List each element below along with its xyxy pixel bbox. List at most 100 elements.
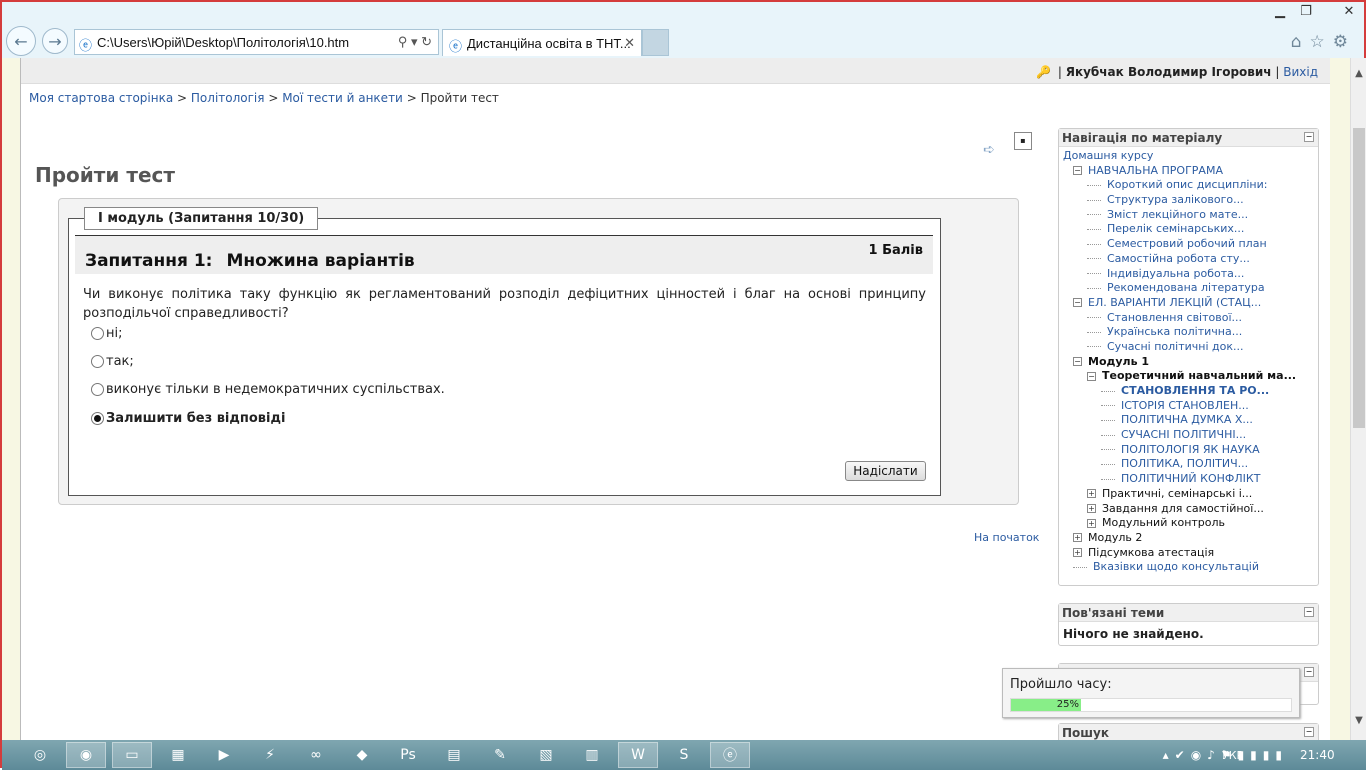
nav-tree-label[interactable]: ПОЛІТОЛОГІЯ ЯК НАУКА	[1121, 443, 1260, 456]
collapse-icon[interactable]: −	[1304, 727, 1314, 737]
scroll-thumb[interactable]	[1353, 128, 1365, 428]
nav-tree-label[interactable]: СТАНОВЛЕННЯ ТА РО...	[1121, 384, 1269, 397]
gear-icon[interactable]: ⚙	[1333, 32, 1356, 52]
browser-tab[interactable]: ⓔ Дистанційна освіта в ТНТ... ✕	[442, 29, 642, 56]
nav-tree-item[interactable]: СУЧАСНІ ПОЛІТИЧНІ...	[1059, 428, 1318, 443]
clock[interactable]: 21:40	[1300, 748, 1335, 762]
media-taskbar-icon[interactable]: ▦	[158, 742, 198, 768]
nav-tree-label[interactable]: Модульний контроль	[1102, 516, 1225, 529]
scroll-down-icon[interactable]: ▼	[1351, 715, 1366, 726]
close-window-button[interactable]: ✕	[1332, 4, 1366, 19]
skype-taskbar-icon[interactable]: S	[664, 742, 704, 768]
nav-tree-label[interactable]: ЕЛ. ВАРІАНТИ ЛЕКЦІЙ (СТАЦ...	[1088, 296, 1261, 309]
back-to-top-link[interactable]: На початок	[974, 531, 1039, 544]
nav-tree-item[interactable]: Вказівки щодо консультацій	[1059, 560, 1318, 575]
address-tools[interactable]: ⚲ ▾ ↻	[398, 34, 432, 50]
app2-taskbar-icon[interactable]: ▧	[526, 742, 566, 768]
nav-tree-item[interactable]: + Модульний контроль	[1059, 516, 1318, 531]
nav-tree-label[interactable]: Становлення світової...	[1107, 311, 1242, 324]
nav-tree-item[interactable]: ПОЛІТИЧНИЙ КОНФЛІКТ	[1059, 472, 1318, 487]
expand-icon[interactable]: +	[1073, 533, 1082, 543]
nav-tree-item[interactable]: ПОЛІТИЧНА ДУМКА Х...	[1059, 413, 1318, 428]
radio-button[interactable]	[91, 327, 104, 340]
address-text[interactable]: C:\Users\Юрій\Desktop\Політологія\10.htm	[97, 35, 349, 50]
nav-tree-label[interactable]: ПОЛІТИЧНИЙ КОНФЛІКТ	[1121, 472, 1260, 485]
ie-taskbar-icon[interactable]: ⓔ	[710, 742, 750, 768]
collapse-icon[interactable]: −	[1087, 371, 1096, 381]
nav-tree-label[interactable]: Перелік семінарських...	[1107, 222, 1244, 235]
forward-button[interactable]: →	[42, 28, 68, 54]
explorer-taskbar-icon[interactable]: ▭	[112, 742, 152, 768]
nav-tree-item[interactable]: + Модуль 2	[1059, 531, 1318, 546]
breadcrumb-home[interactable]: Моя стартова сторінка	[29, 91, 173, 105]
nav-tree-label[interactable]: Домашня курсу	[1063, 149, 1153, 162]
nav-tree-item[interactable]: Короткий опис дисципліни:	[1059, 178, 1318, 193]
nav-tree-item[interactable]: Структура залікового...	[1059, 193, 1318, 208]
nav-tree-label[interactable]: Індивідуальна робота...	[1107, 267, 1244, 280]
taskbar-app-icon[interactable]: ◎	[20, 742, 60, 768]
nav-tree-label[interactable]: Самостійна робота сту...	[1107, 252, 1250, 265]
nav-tree-item[interactable]: Семестровий робочий план	[1059, 237, 1318, 252]
maximize-button[interactable]: ❐	[1293, 4, 1319, 19]
logout-link[interactable]: Вихід	[1283, 65, 1318, 79]
collapse-icon[interactable]: −	[1304, 667, 1314, 677]
nav-tree-item[interactable]: Становлення світової...	[1059, 311, 1318, 326]
vertical-scrollbar[interactable]: ▲ ▼	[1350, 58, 1366, 740]
expand-icon[interactable]: +	[1087, 518, 1096, 528]
nav-tree-item[interactable]: Домашня курсу	[1059, 149, 1318, 164]
nav-tree-label[interactable]: Українська політична...	[1107, 325, 1242, 338]
calculator-taskbar-icon[interactable]: ▥	[572, 742, 612, 768]
nav-tree-item[interactable]: − НАВЧАЛЬНА ПРОГРАМА	[1059, 164, 1318, 179]
answer-option-no-answer[interactable]: Залишити без відповіді	[91, 411, 285, 426]
chrome-taskbar-icon[interactable]: ◉	[66, 742, 106, 768]
nav-tree-label[interactable]: НАВЧАЛЬНА ПРОГРАМА	[1088, 164, 1223, 177]
nav-tree-item[interactable]: Українська політична...	[1059, 325, 1318, 340]
radio-button[interactable]	[91, 355, 104, 368]
collapse-icon[interactable]: −	[1073, 298, 1082, 308]
collapse-icon[interactable]: −	[1304, 132, 1314, 142]
option-label[interactable]: Залишити без відповіді	[106, 411, 285, 426]
nav-tree-label[interactable]: ПОЛІТИКА, ПОЛІТИЧ...	[1121, 457, 1248, 470]
option-label[interactable]: ні;	[106, 326, 123, 341]
minimize-button[interactable]: ▁	[1267, 4, 1293, 19]
player-taskbar-icon[interactable]: ▶	[204, 742, 244, 768]
expand-icon[interactable]: +	[1073, 548, 1082, 558]
nav-tree-item[interactable]: СТАНОВЛЕННЯ ТА РО...	[1059, 384, 1318, 399]
nav-tree-label[interactable]: Короткий опис дисципліни:	[1107, 178, 1267, 191]
nav-tree-item[interactable]: ІСТОРІЯ СТАНОВЛЕН...	[1059, 399, 1318, 414]
nav-tree-item[interactable]: Зміст лекційного мате...	[1059, 208, 1318, 223]
nav-tree-label[interactable]: Завдання для самостійної...	[1102, 502, 1264, 515]
radio-button[interactable]	[91, 383, 104, 396]
nav-tree-label[interactable]: Практичні, семінарські і...	[1102, 487, 1252, 500]
nav-tree-label[interactable]: ІСТОРІЯ СТАНОВЛЕН...	[1121, 399, 1249, 412]
collapse-icon[interactable]: −	[1073, 357, 1082, 367]
app-taskbar-icon[interactable]: ✎	[480, 742, 520, 768]
photoshop-taskbar-icon[interactable]: Ps	[388, 742, 428, 768]
expand-icon[interactable]: +	[1087, 489, 1096, 499]
answer-option[interactable]: виконує тільки в недемократичних суспіль…	[91, 382, 445, 397]
address-bar[interactable]: ⓔ C:\Users\Юрій\Desktop\Політологія\10.h…	[74, 29, 439, 55]
answer-option[interactable]: ні;	[91, 326, 123, 341]
nav-tree-label[interactable]: Семестровий робочий план	[1107, 237, 1267, 250]
expand-icon[interactable]: +	[1087, 504, 1096, 513]
nav-tree-item[interactable]: Рекомендована література	[1059, 281, 1318, 296]
nav-tree-label[interactable]: СУЧАСНІ ПОЛІТИЧНІ...	[1121, 428, 1246, 441]
nav-tree-label[interactable]: ПОЛІТИЧНА ДУМКА Х...	[1121, 413, 1253, 426]
option-label[interactable]: виконує тільки в недемократичних суспіль…	[106, 382, 445, 397]
nav-tree-label[interactable]: Рекомендована література	[1107, 281, 1265, 294]
close-tab-icon[interactable]: ✕	[624, 35, 635, 51]
nav-tree-item[interactable]: + Підсумкова атестація	[1059, 546, 1318, 561]
breadcrumb-course[interactable]: Політологія	[191, 91, 265, 105]
nav-tree-label[interactable]: Вказівки щодо консультацій	[1093, 560, 1259, 573]
nav-tree-label[interactable]: Зміст лекційного мате...	[1107, 208, 1248, 221]
star-icon[interactable]: ☆	[1310, 32, 1333, 52]
nav-tree-label[interactable]: Сучасні політичні док...	[1107, 340, 1244, 353]
nav-tree-item[interactable]: Індивідуальна робота...	[1059, 267, 1318, 282]
block-toggle-icon[interactable]: ▪	[1014, 132, 1032, 150]
collapse-icon[interactable]: −	[1304, 607, 1314, 617]
nav-tree-item[interactable]: + Завдання для самостійної...	[1059, 502, 1318, 517]
nav-tree-item[interactable]: − ЕЛ. ВАРІАНТИ ЛЕКЦІЙ (СТАЦ...	[1059, 296, 1318, 311]
radio-button-selected[interactable]	[91, 412, 104, 425]
excel-taskbar-icon[interactable]: ▤	[434, 742, 474, 768]
dock-arrow-icon[interactable]: ➪	[983, 142, 995, 158]
